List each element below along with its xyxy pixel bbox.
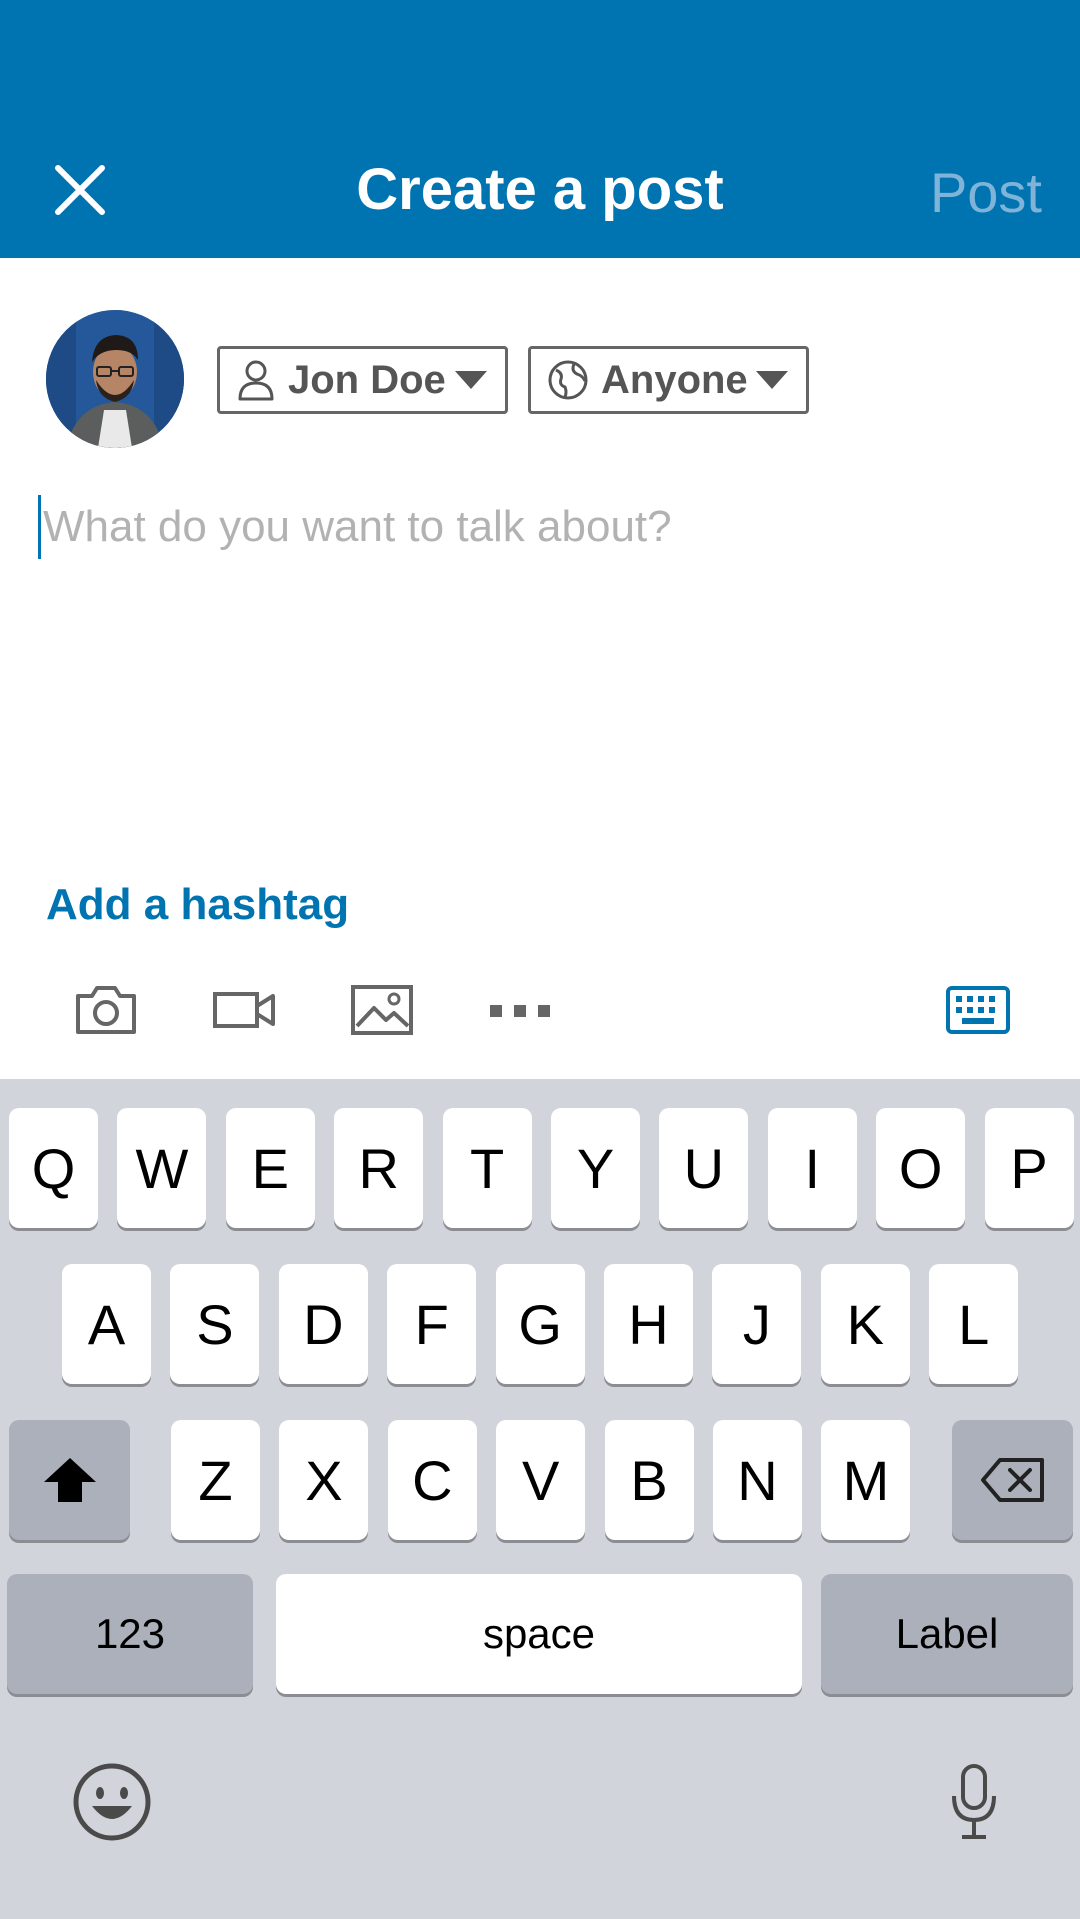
add-hashtag-button[interactable]: Add a hashtag bbox=[46, 880, 349, 930]
key-k[interactable]: K bbox=[820, 1264, 910, 1384]
key-j[interactable]: J bbox=[712, 1264, 802, 1384]
image-icon[interactable] bbox=[350, 982, 414, 1038]
visibility-selector[interactable]: Anyone bbox=[528, 346, 809, 414]
key-c[interactable]: C bbox=[387, 1420, 477, 1540]
key-f[interactable]: F bbox=[387, 1264, 477, 1384]
key-v[interactable]: V bbox=[496, 1420, 586, 1540]
author-name: Jon Doe bbox=[288, 357, 446, 402]
return-key[interactable]: Label bbox=[821, 1574, 1073, 1694]
globe-icon bbox=[547, 359, 589, 401]
space-key[interactable]: space bbox=[276, 1574, 802, 1694]
avatar bbox=[46, 310, 184, 448]
key-l[interactable]: L bbox=[929, 1264, 1019, 1384]
key-s[interactable]: S bbox=[170, 1264, 260, 1384]
post-text-input[interactable] bbox=[43, 502, 993, 552]
key-m[interactable]: M bbox=[821, 1420, 911, 1540]
key-n[interactable]: N bbox=[713, 1420, 802, 1540]
backspace-icon bbox=[980, 1458, 1044, 1502]
page-title: Create a post bbox=[356, 157, 724, 222]
key-e[interactable]: E bbox=[225, 1108, 315, 1228]
camera-icon[interactable] bbox=[74, 982, 138, 1038]
video-icon[interactable] bbox=[212, 982, 276, 1038]
key-g[interactable]: G bbox=[495, 1264, 585, 1384]
key-d[interactable]: D bbox=[278, 1264, 368, 1384]
key-z[interactable]: Z bbox=[171, 1420, 260, 1540]
app-header: Create a post Post bbox=[0, 0, 1080, 258]
person-icon bbox=[236, 359, 276, 401]
key-t[interactable]: T bbox=[442, 1108, 532, 1228]
microphone-icon[interactable] bbox=[948, 1762, 1000, 1842]
text-cursor bbox=[38, 495, 41, 559]
key-r[interactable]: R bbox=[334, 1108, 424, 1228]
key-o[interactable]: O bbox=[876, 1108, 966, 1228]
more-icon[interactable] bbox=[488, 982, 552, 1038]
key-a[interactable]: A bbox=[62, 1264, 151, 1384]
key-b[interactable]: B bbox=[604, 1420, 694, 1540]
shift-key[interactable] bbox=[9, 1420, 130, 1540]
emoji-icon[interactable] bbox=[72, 1762, 152, 1842]
post-composer[interactable] bbox=[38, 492, 1038, 562]
chevron-down-icon bbox=[756, 371, 788, 389]
avatar-image bbox=[46, 310, 184, 448]
author-selector[interactable]: Jon Doe bbox=[217, 346, 508, 414]
post-button[interactable]: Post bbox=[930, 160, 1042, 226]
shift-icon bbox=[43, 1458, 96, 1502]
key-h[interactable]: H bbox=[604, 1264, 693, 1384]
key-x[interactable]: X bbox=[279, 1420, 369, 1540]
key-w[interactable]: W bbox=[117, 1108, 207, 1228]
key-p[interactable]: P bbox=[984, 1108, 1074, 1228]
visibility-label: Anyone bbox=[601, 357, 748, 402]
chevron-down-icon bbox=[455, 371, 487, 389]
backspace-key[interactable] bbox=[952, 1420, 1073, 1540]
key-i[interactable]: I bbox=[767, 1108, 857, 1228]
key-u[interactable]: U bbox=[659, 1108, 749, 1228]
onscreen-keyboard: QWERTYUIOP ASDFGHJKL ZXCVBNM 123 space L… bbox=[0, 1079, 1080, 1919]
key-y[interactable]: Y bbox=[551, 1108, 640, 1228]
key-q[interactable]: Q bbox=[9, 1108, 98, 1228]
numbers-key[interactable]: 123 bbox=[7, 1574, 253, 1694]
keyboard-icon[interactable] bbox=[946, 982, 1010, 1038]
